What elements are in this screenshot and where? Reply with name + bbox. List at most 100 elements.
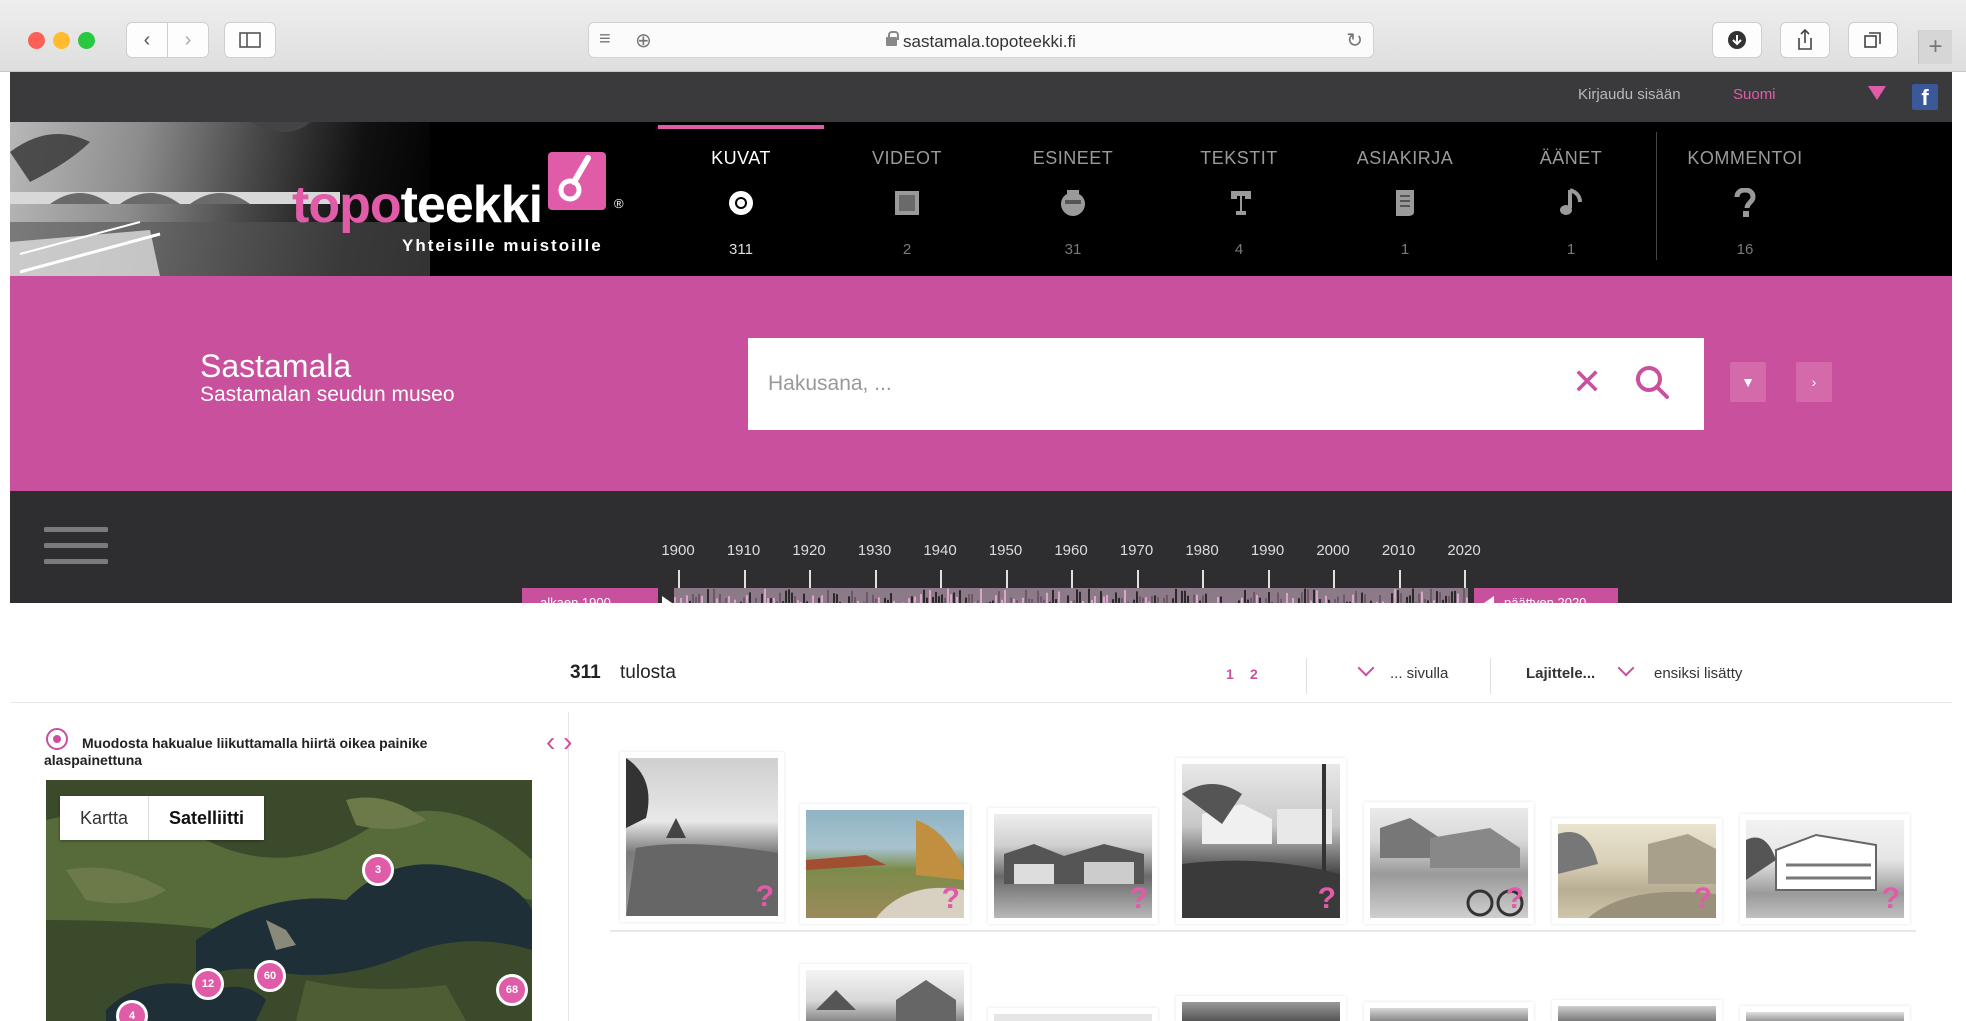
thumbnail-image [1182,1002,1340,1021]
timeline-year-label: 1910 [726,542,761,559]
search-extra-button[interactable]: › [1796,362,1832,402]
search-options-button[interactable]: ▼ [1730,362,1766,402]
toolbar-divider [1490,658,1491,694]
topoteekki-logo[interactable]: topoteekki [292,175,543,235]
url-display: sastamala.topoteekki.fi [589,31,1373,52]
thumbnail-image: ? [1182,764,1340,918]
forward-button[interactable]: › [167,22,209,58]
chevron-right-icon[interactable]: › [563,726,572,757]
category-tab-kuvat[interactable]: KUVAT 311 [658,122,824,276]
timeline-year-label: 1930 [857,542,892,559]
category-tab-tekstit[interactable]: TEKSTIT 4 [1156,122,1322,276]
result-thumbnail[interactable]: ? [620,752,784,922]
search-icon[interactable] [1634,364,1670,400]
zoom-window-button[interactable] [78,32,95,49]
result-thumbnail[interactable]: ? [1176,758,1346,924]
chevron-right-icon: › [184,28,192,51]
panel-nav-arrows[interactable]: ‹ › [546,726,572,758]
satellite-tab[interactable]: Satelliitti [148,796,264,840]
comment-badge: ? [1881,882,1900,915]
category-label: ASIAKIRJA [1356,148,1454,168]
language-link[interactable]: Suomi [1733,86,1776,103]
address-bar[interactable]: ≡ ⊕ sastamala.topoteekki.fi ↻ [588,22,1374,58]
menu-icon[interactable] [44,527,108,567]
language-dropdown-icon[interactable] [1868,86,1886,100]
map-tab[interactable]: Kartta [60,796,148,840]
clear-search-icon[interactable]: ✕ [1572,364,1602,400]
category-label: KOMMENTOI [1687,148,1803,168]
image-icon [729,191,753,215]
panel-divider [568,712,569,1021]
triangle-down-icon: ▼ [1741,374,1755,390]
result-thumbnail[interactable] [1740,1006,1910,1021]
search-input[interactable] [768,364,1548,404]
chevron-left-icon[interactable]: ‹ [546,726,555,757]
page-link-1[interactable]: 1 [1226,666,1234,682]
result-thumbnail[interactable]: ? [1552,818,1722,924]
reload-icon[interactable]: ↻ [1346,28,1363,53]
tabs-overview-button[interactable] [1848,22,1898,58]
category-tab-kommentoi[interactable]: KOMMENTOI 16 [1662,122,1828,276]
back-button[interactable]: ‹ [126,22,168,58]
comment-badge: ? [755,880,774,913]
result-thumbnail[interactable] [1552,1000,1722,1021]
category-divider [1656,132,1657,260]
result-thumbnail[interactable]: ? [1364,802,1534,924]
logo-part-teekki: teekki [400,176,543,234]
category-tab-aanet[interactable]: ÄÄNET 1 [1488,122,1654,276]
lock-icon [886,31,900,46]
thumbnail-image: ? [994,814,1152,918]
share-icon [1798,29,1812,50]
per-page-select[interactable]: ... sivulla [1390,665,1448,682]
category-tab-videot[interactable]: VIDEOT 2 [824,122,990,276]
film-icon [895,191,919,215]
browser-toolbar: ‹ › ≡ ⊕ sastamala.topoteekki.fi ↻ + [0,0,1966,72]
login-link[interactable]: Kirjaudu sisään [1578,86,1681,103]
category-count: 1 [1400,241,1410,258]
thumbnail-image [1370,1008,1528,1021]
logo-mark-icon [548,152,606,210]
result-thumbnail[interactable]: ? [800,804,970,924]
category-count: 16 [1736,241,1754,258]
sort-label[interactable]: Lajittele... [1526,665,1595,682]
result-thumbnail[interactable]: ? [1740,814,1910,924]
registered-mark: ® [614,196,624,211]
close-window-button[interactable] [28,32,45,49]
logo-part-topo: topo [292,176,402,234]
tabs-icon [1864,32,1881,48]
document-icon [1396,190,1414,216]
map-marker[interactable]: 12 [192,968,224,1000]
category-label: VIDEOT [871,148,942,168]
map-marker[interactable]: 3 [362,854,394,886]
vase-icon [1061,190,1085,216]
new-tab-button[interactable]: + [1918,30,1952,64]
site-title[interactable]: Sastamala [200,348,351,385]
category-label: ESINEET [1032,148,1114,168]
minimize-window-button[interactable] [53,32,70,49]
result-thumbnail[interactable] [1176,996,1346,1021]
result-thumbnail[interactable] [988,1008,1158,1021]
timeline-year-label: 1920 [792,542,826,559]
page-link-2[interactable]: 2 [1250,666,1258,682]
downloads-button[interactable] [1712,22,1762,58]
share-button[interactable] [1780,22,1830,58]
question-icon [1734,188,1756,217]
sort-select[interactable]: ensiksi lisätty [1654,665,1742,682]
result-thumbnail[interactable] [800,964,970,1021]
category-count: 1 [1566,241,1576,258]
map-marker[interactable]: 68 [496,974,528,1006]
category-tab-esineet[interactable]: ESINEET 31 [990,122,1156,276]
result-count-label: tulosta [620,662,676,683]
site-subtitle: Sastamalan seudun museo [200,383,455,406]
thumbnail-image [806,970,964,1021]
category-count: 311 [729,241,753,258]
result-thumbnail[interactable] [1364,1002,1534,1021]
thumbnail-row-divider [610,930,1916,932]
category-tab-asiakirja[interactable]: ASIAKIRJA 1 [1322,122,1488,276]
sidebar-toggle-button[interactable] [224,22,276,58]
facebook-icon[interactable]: f [1912,84,1938,110]
map-marker[interactable]: 60 [254,960,286,992]
comment-badge: ? [1505,882,1524,915]
chevron-right-small-icon: › [1811,374,1817,390]
result-thumbnail[interactable]: ? [988,808,1158,924]
